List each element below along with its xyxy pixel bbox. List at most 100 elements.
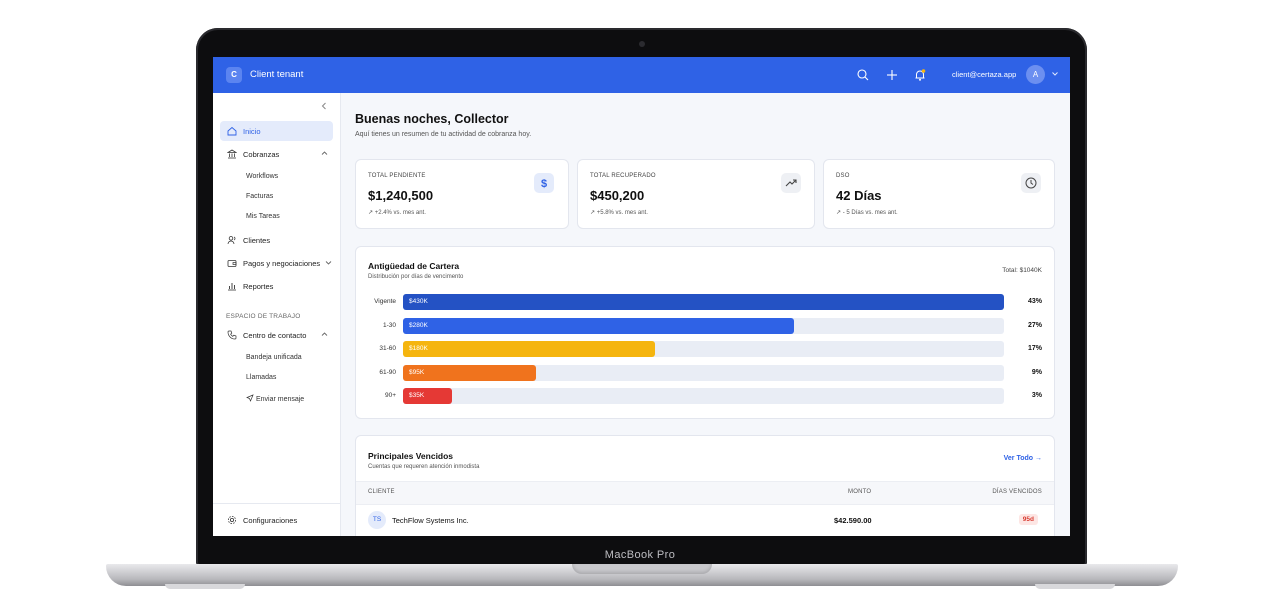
bar[interactable]: $95K [403,364,536,381]
bar-value-label: $35K [409,392,425,399]
kpi-value: $1,240,500 [368,188,434,203]
plus-icon[interactable] [885,68,899,82]
column-header-dias[interactable]: DÍAS VENCIDOS [992,489,1042,495]
laptop-foot [165,584,245,589]
client-avatar: TS [368,511,386,529]
send-icon [246,394,254,402]
chart-title: Antigüedad de Cartera [368,261,460,271]
kpi-card-dso[interactable]: DSO 42 Días ↗ - 5 Días vs. mes ant. [823,159,1055,229]
screen: C Client tenant client@certaza.app A Ini… [213,57,1070,536]
kpi-card-total-pendiente[interactable]: TOTAL PENDIENTE $1,240,500 ↗ +2.4% vs. m… [355,159,569,229]
bar-percent-label: 43% [1027,298,1042,305]
bar-value-label: $180K [409,345,428,352]
clock-icon [1021,173,1041,193]
sidebar-subitem-workflows[interactable]: Workflows [246,173,278,180]
section-label: ESPACIO DE TRABAJO [226,313,301,320]
sidebar-item-label: Clientes [243,236,271,245]
sidebar-subitem-enviar-mensaje[interactable]: Enviar mensaje [246,394,304,403]
bar-percent-label: 9% [1031,368,1042,376]
kpi-value: $450,200 [590,188,645,203]
kpi-change: ↗ - 5 Días vs. mes ant. [836,210,898,216]
sidebar-item-label: Pagos y negociaciones [243,259,321,268]
collapse-sidebar-icon[interactable] [320,101,328,111]
sidebar-item-configuraciones[interactable]: Configuraciones [220,510,333,530]
sidebar-item-reportes[interactable]: Reportes [220,276,333,296]
sidebar-item-pagos[interactable]: Pagos y negociaciones [220,253,333,273]
main-content: Buenas noches, Collector Aquí tienes un … [341,93,1070,536]
chevron-down-icon[interactable] [1051,70,1059,78]
bar[interactable]: $180K [403,341,655,357]
bar[interactable]: $430K [403,294,1004,310]
bar-category-label: 90+ [384,392,396,399]
chevron-down-icon [325,261,332,265]
column-header-cliente[interactable]: CLIENTE [368,489,395,495]
client-name: TechFlow Systems Inc. [392,516,469,525]
kpi-change: ↗ +2.4% vs. mes ant. [368,210,426,216]
bar-value-label: $430K [409,298,428,305]
overdue-title: Principales Vencidos [368,451,454,461]
chevron-up-icon [321,332,328,336]
bar-chart-icon [228,283,236,291]
bar[interactable]: $35K [403,388,452,404]
sidebar-item-centro-de-contacto[interactable]: Centro de contacto [220,325,333,345]
sidebar-item-label: Inicio [243,127,261,136]
bar-track: $430K [403,294,1004,310]
bar-percent-label: 17% [1027,345,1042,352]
laptop-foot [1035,584,1115,589]
sidebar-item-label: Centro de contacto [243,331,307,340]
kpi-card-total-recuperado[interactable]: TOTAL RECUPERADO $450,200 ↗ +5.8% vs. me… [577,159,815,229]
avatar[interactable]: A [1026,65,1045,84]
sidebar-item-cobranzas[interactable]: Cobranzas [220,144,333,164]
trending-up-icon [781,173,801,193]
search-icon[interactable] [856,68,870,82]
sidebar-item-label: Reportes [243,282,274,291]
sidebar-subitem-facturas[interactable]: Facturas [246,193,273,200]
sidebar-subitem-bandeja[interactable]: Bandeja unificada [246,354,302,361]
top-bar: C Client tenant client@certaza.app A [213,57,1070,93]
brand-name[interactable]: Client tenant [250,69,303,80]
page-title: Buenas noches, Collector [355,112,509,126]
kpi-change: ↗ +5.8% vs. mes ant. [590,210,648,216]
brand-logo[interactable]: C [226,67,242,83]
sidebar-subitem-llamadas[interactable]: Llamadas [246,374,276,381]
sidebar-footer: Configuraciones [213,503,340,536]
aging-chart-card: Antigüedad de Cartera Distribución por d… [355,246,1055,419]
kpi-value: 42 Días [836,188,882,203]
sidebar-subitem-mis-tareas[interactable]: Mis Tareas [246,213,280,220]
amount: $42.590.00 [834,516,872,525]
bar-value-label: $280K [409,321,428,329]
bar-category-label: Vigente [374,298,396,305]
bell-icon[interactable] [913,68,927,82]
bar[interactable]: $280K [403,317,794,334]
device-label: MacBook Pro [604,549,676,561]
chevron-up-icon [321,151,328,155]
sidebar-item-label: Enviar mensaje [255,396,305,403]
bar-category-label: 31-60 [379,345,396,352]
bar-percent-label: 3% [1031,392,1042,399]
bank-icon [227,149,237,159]
bar-percent-label: 27% [1027,321,1042,329]
kpi-label: TOTAL PENDIENTE [368,173,426,179]
bar-track: $35K [403,388,1004,404]
sidebar-item-clientes[interactable]: Clientes [220,230,333,250]
view-all-link[interactable]: Ver Todo → [1004,455,1042,462]
overdue-card: Principales Vencidos Cuentas que requere… [355,435,1055,536]
kpi-label: TOTAL RECUPERADO [590,173,656,179]
table-header: CLIENTE MONTO DÍAS VENCIDOS [356,481,1054,505]
bar-category-label: 61-90 [379,368,396,376]
bar-track: $95K [403,364,1004,381]
bar-track: $180K [403,341,1004,357]
sidebar-item-inicio[interactable]: Inicio [220,121,333,141]
user-email[interactable]: client@certaza.app [952,70,1016,79]
sidebar: Inicio Cobranzas Workflows Facturas Mis … [213,93,341,536]
days-overdue-badge: 95d [1018,514,1038,525]
bar-value-label: $95K [409,368,425,376]
users-icon [227,236,236,245]
table-row[interactable]: TS TechFlow Systems Inc. $42.590.00 95d [356,505,1054,535]
column-header-monto[interactable]: MONTO [848,489,871,495]
camera-icon [639,41,645,47]
bar-category-label: 1-30 [382,321,396,329]
page-subtitle: Aquí tienes un resumen de tu actividad d… [355,131,532,138]
overdue-subtitle: Cuentas que requeren atención inmodista [368,464,480,470]
gear-icon [228,516,236,524]
